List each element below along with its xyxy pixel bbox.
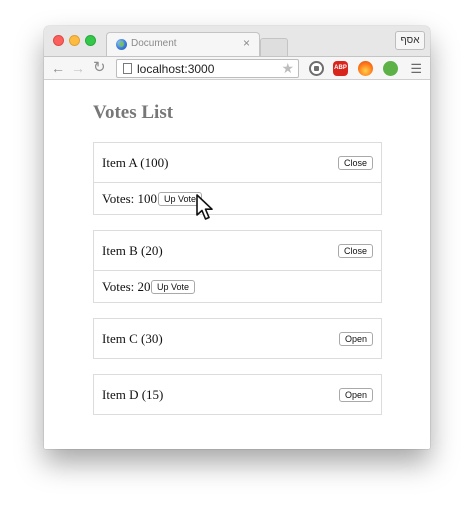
page-icon (123, 63, 132, 74)
open-button[interactable]: Open (338, 388, 373, 402)
browser-window: Document × אסף ← → ↻ localhost:3000 ★ AB… (44, 26, 430, 449)
tab-close-icon[interactable]: × (243, 36, 250, 50)
item-header: Item B (20) Close (93, 230, 382, 271)
new-tab-button[interactable] (260, 38, 288, 56)
close-window-icon[interactable] (53, 35, 64, 46)
tab-title: Document (131, 38, 177, 49)
page-title: Votes List (93, 102, 174, 123)
tab-strip: Document × אסף (44, 26, 430, 56)
globe-icon (116, 39, 127, 50)
maximize-window-icon[interactable] (85, 35, 96, 46)
menu-icon[interactable]: ☰ (410, 61, 422, 76)
item-label: Item D (15) (102, 387, 164, 402)
mouse-cursor-icon (196, 194, 213, 220)
item-header: Item C (30) Open (93, 318, 382, 359)
browser-toolbar: ← → ↻ localhost:3000 ★ ABP ☰ (44, 56, 430, 80)
item-header: Item D (15) Open (93, 374, 382, 415)
tab-document[interactable]: Document × (106, 32, 260, 56)
extension-fire-icon[interactable] (358, 61, 373, 76)
reload-icon[interactable]: ↻ (93, 60, 106, 76)
open-button[interactable]: Open (338, 332, 373, 346)
item-label: Item C (30) (102, 331, 163, 346)
votes-count: Votes: 20 (102, 279, 151, 294)
votes-count: Votes: 100 (102, 191, 158, 206)
adblock-icon[interactable]: ABP (333, 61, 348, 76)
address-bar[interactable]: localhost:3000 ★ (116, 59, 299, 78)
list-item: Item B (20) Close Votes: 20 Up Vote (93, 230, 382, 303)
close-button[interactable]: Close (337, 244, 373, 258)
list-item: Item C (30) Open (93, 318, 382, 359)
profile-button[interactable]: אסף (395, 31, 425, 50)
up-vote-button[interactable]: Up Vote (151, 280, 196, 294)
list-item: Item A (100) Close Votes: 100 Up Vote (93, 142, 382, 215)
address-input[interactable]: localhost:3000 (137, 62, 214, 76)
forward-arrow-icon[interactable]: → (71, 60, 85, 76)
bookmark-star-icon[interactable]: ★ (281, 61, 294, 76)
item-header: Item A (100) Close (93, 142, 382, 183)
votes-row: Votes: 100 Up Vote (93, 183, 382, 215)
extension-leaf-icon[interactable] (383, 61, 398, 76)
votes-row: Votes: 20 Up Vote (93, 271, 382, 303)
minimize-window-icon[interactable] (69, 35, 80, 46)
page-content: Votes List Item A (100) Close Votes: 100… (44, 80, 430, 449)
back-arrow-icon[interactable]: ← (51, 60, 65, 76)
list-item: Item D (15) Open (93, 374, 382, 415)
close-button[interactable]: Close (337, 156, 373, 170)
extension-sync-icon[interactable] (309, 61, 324, 76)
item-label: Item A (100) (102, 155, 169, 170)
item-label: Item B (20) (102, 243, 163, 258)
